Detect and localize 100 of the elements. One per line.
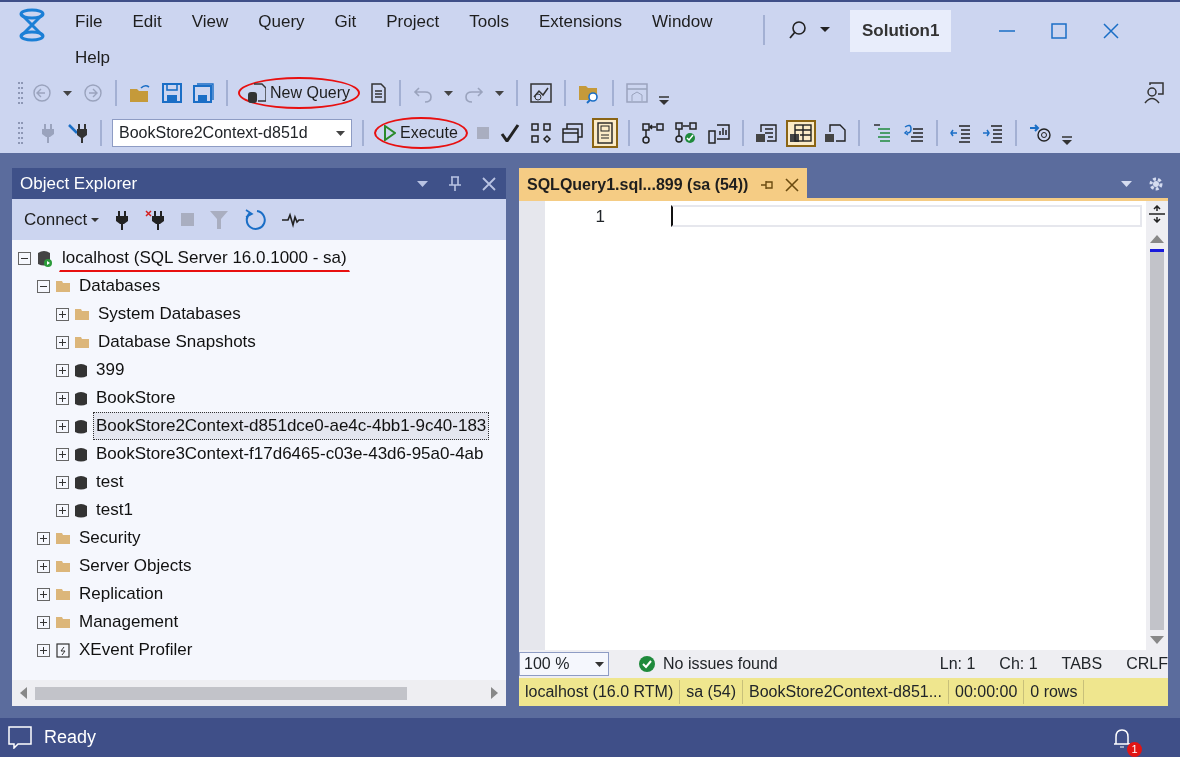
bar-chart-icon[interactable] [707,122,730,144]
collapse-icon[interactable] [18,251,31,265]
new-query-button[interactable]: New Query [238,77,361,109]
checkmark-icon[interactable] [499,124,520,142]
close-icon[interactable] [785,178,800,192]
menu-item[interactable]: Help [60,44,125,72]
tree-item[interactable]: Server Objects [76,552,195,580]
expand-icon[interactable] [56,447,69,461]
scroll-right-icon[interactable] [491,687,498,699]
menu-item[interactable]: Window [637,8,728,36]
split-icon[interactable] [1148,205,1166,223]
tree-item[interactable]: BookStore [93,384,179,412]
search-icon[interactable] [788,19,808,40]
tree-item[interactable]: Security [76,524,144,552]
caret-icon[interactable] [495,90,505,96]
expand-icon[interactable] [56,391,69,405]
scroll-down-icon[interactable] [1150,636,1164,644]
expand-icon[interactable] [56,475,69,489]
database-icon [75,502,87,518]
tree-item[interactable]: test [93,468,127,496]
menu-item[interactable]: Query [243,8,320,36]
tree-item[interactable]: Management [76,608,182,636]
flowchart-icon[interactable] [530,123,551,143]
menu-item[interactable]: Project [371,8,455,36]
activity-wave-icon[interactable] [282,211,305,228]
menu-item[interactable]: View [176,8,244,36]
overflow-icon[interactable] [659,95,670,105]
menu-item[interactable]: Git [319,8,372,36]
code-line-field[interactable] [671,205,1142,227]
tree-item[interactable]: BookStore3Context-f17d6465-c03e-43d6-95a0-4ab [93,440,487,468]
refresh-icon[interactable] [244,208,267,231]
flowchart-check-icon[interactable] [674,122,697,144]
editor-status-text: Ch: 1 [999,654,1038,674]
expand-icon[interactable] [37,615,50,629]
arrow-at-icon[interactable] [1028,123,1051,143]
windows-icon[interactable] [561,123,583,143]
connect-button[interactable]: Connect [22,204,102,235]
pin-icon[interactable] [448,176,462,191]
file-results-icon[interactable] [824,123,846,143]
feedback-person-icon[interactable] [1143,82,1164,104]
execute-button[interactable]: Execute [374,117,468,149]
overflow-icon[interactable] [1061,135,1072,145]
tree-item[interactable]: Replication [76,580,167,608]
menu-item[interactable]: File [60,8,118,36]
tree-item[interactable]: localhost (SQL Server 16.0.1000 - sa) [59,243,350,273]
save-all-icon[interactable] [193,83,214,103]
database-dropdown[interactable]: BookStore2Context-d851d [112,119,352,147]
scroll-left-icon[interactable] [20,687,27,699]
outdent-icon[interactable] [949,123,971,143]
comment-lines-icon[interactable] [871,123,892,143]
expand-icon[interactable] [56,307,69,321]
close-icon[interactable] [1103,22,1120,39]
menu-item[interactable]: Edit [117,8,177,36]
expand-icon[interactable] [37,587,50,601]
collapse-icon[interactable] [37,279,50,293]
tree-item[interactable]: BookStore2Context-d851dce0-ae4c-4bb1-9c40-183 [93,412,490,440]
indent-icon[interactable] [981,123,1003,143]
menu-item[interactable]: Extensions [523,8,638,36]
minimize-icon[interactable] [999,29,1016,32]
editor-status-text: TABS [1061,654,1103,674]
tree-item[interactable]: System Databases [95,300,244,328]
disconnect-icon[interactable] [145,209,166,230]
pin-icon[interactable] [760,178,774,192]
zoom-dropdown[interactable]: 100 % [519,652,609,676]
uncomment-lines-icon[interactable] [902,123,924,143]
bell-icon[interactable] [1112,728,1132,749]
expand-icon[interactable] [56,363,69,377]
tree-item[interactable]: XEvent Profiler [76,636,196,664]
tree-item[interactable]: 399 [93,356,128,384]
folder-icon [56,559,70,573]
flowchart-arrow-icon[interactable] [641,122,664,144]
tab-title: SQLQuery1.sql...899 (sa (54)) [527,175,749,195]
maximize-icon[interactable] [1051,22,1068,39]
tree-item[interactable]: test1 [93,496,136,524]
close-icon[interactable] [482,176,496,191]
tree-item[interactable]: Databases [76,272,164,300]
monitor-chart-icon[interactable] [530,83,553,103]
expand-icon[interactable] [56,335,69,349]
plug-icon[interactable] [115,209,130,230]
scroll-up-icon[interactable] [1150,235,1164,243]
caret-icon[interactable] [63,90,72,96]
grid-results-icon[interactable] [789,123,812,143]
plug-wand-icon[interactable] [67,123,88,143]
caret-icon[interactable] [820,27,830,33]
expand-icon[interactable] [37,531,50,545]
calculator-icon[interactable] [595,122,614,144]
expand-icon[interactable] [56,419,69,433]
database-icon [75,362,87,378]
expand-icon[interactable] [56,503,69,517]
document-icon[interactable] [369,83,388,103]
tree-item[interactable]: Database Snapshots [95,328,259,356]
caret-icon[interactable] [444,90,454,96]
save-icon[interactable] [162,83,182,103]
expand-icon[interactable] [37,559,50,573]
expand-icon[interactable] [37,643,50,657]
text-results-icon[interactable] [755,123,777,143]
settings-icon[interactable] [1148,176,1164,192]
menu-item[interactable]: Tools [454,8,524,36]
scrollbar-thumb[interactable] [35,686,407,700]
scrollbar-thumb[interactable] [1150,249,1164,630]
